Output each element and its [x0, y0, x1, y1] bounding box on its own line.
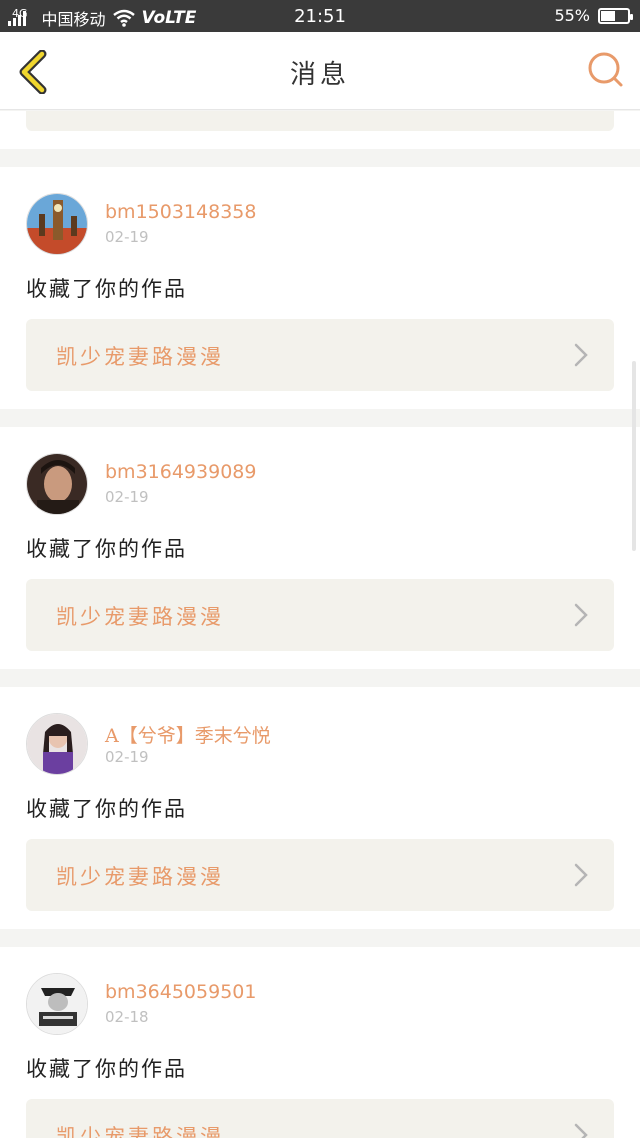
scrollbar[interactable] [632, 361, 636, 551]
work-link[interactable]: 凯少宠妻路漫漫 [26, 1099, 614, 1138]
work-title: 凯少宠妻路漫漫 [56, 605, 224, 629]
navigation-bar: 消息 [0, 32, 640, 110]
work-link[interactable]: 凯少宠妻路漫漫 [26, 319, 614, 391]
chevron-right-icon [574, 343, 588, 367]
message-text: 收藏了你的作品 [26, 537, 187, 561]
avatar[interactable] [26, 713, 88, 775]
message-text: 收藏了你的作品 [26, 277, 187, 301]
message-text: 收藏了你的作品 [26, 797, 187, 821]
work-title: 凯少宠妻路漫漫 [56, 1125, 224, 1138]
username[interactable]: bm3645059501 [105, 981, 256, 1003]
search-icon[interactable] [586, 50, 626, 90]
username[interactable]: bm3164939089 [105, 461, 256, 483]
message-list[interactable]: bm1503148358 02-19 收藏了你的作品 凯少宠妻路漫漫 bm316… [0, 111, 640, 1138]
battery-icon [598, 7, 633, 24]
message-date: 02-19 [105, 748, 149, 766]
chevron-right-icon [574, 603, 588, 627]
avatar[interactable] [26, 453, 88, 515]
battery-percent: 55% [554, 6, 590, 25]
avatar[interactable] [26, 973, 88, 1035]
message-text: 收藏了你的作品 [26, 1057, 187, 1081]
message-card: bm3164939089 02-19 收藏了你的作品 凯少宠妻路漫漫 [0, 427, 640, 669]
chevron-right-icon [574, 1123, 588, 1138]
status-time: 21:51 [294, 6, 346, 27]
status-bar: 4G 中国移动 VoLTE 21:51 55% [0, 0, 640, 32]
message-card: bm1503148358 02-19 收藏了你的作品 凯少宠妻路漫漫 [0, 167, 640, 409]
work-link[interactable]: 凯少宠妻路漫漫 [26, 839, 614, 911]
page-title: 消息 [289, 60, 350, 90]
battery-fill [601, 10, 616, 21]
previous-work-link[interactable] [26, 111, 614, 131]
previous-card-tail [0, 111, 640, 149]
username[interactable]: bm1503148358 [105, 201, 256, 223]
chevron-right-icon [574, 863, 588, 887]
message-date: 02-19 [105, 488, 149, 506]
username[interactable]: A【兮爷】季末兮悦 [105, 721, 271, 748]
status-right: 55% [554, 6, 633, 25]
avatar[interactable] [26, 193, 88, 255]
message-card: A【兮爷】季末兮悦 02-19 收藏了你的作品 凯少宠妻路漫漫 [0, 687, 640, 929]
work-title: 凯少宠妻路漫漫 [56, 865, 224, 889]
message-date: 02-19 [105, 228, 149, 246]
work-title: 凯少宠妻路漫漫 [56, 345, 224, 369]
message-date: 02-18 [105, 1008, 149, 1026]
work-link[interactable]: 凯少宠妻路漫漫 [26, 579, 614, 651]
message-card: bm3645059501 02-18 收藏了你的作品 凯少宠妻路漫漫 [0, 947, 640, 1138]
